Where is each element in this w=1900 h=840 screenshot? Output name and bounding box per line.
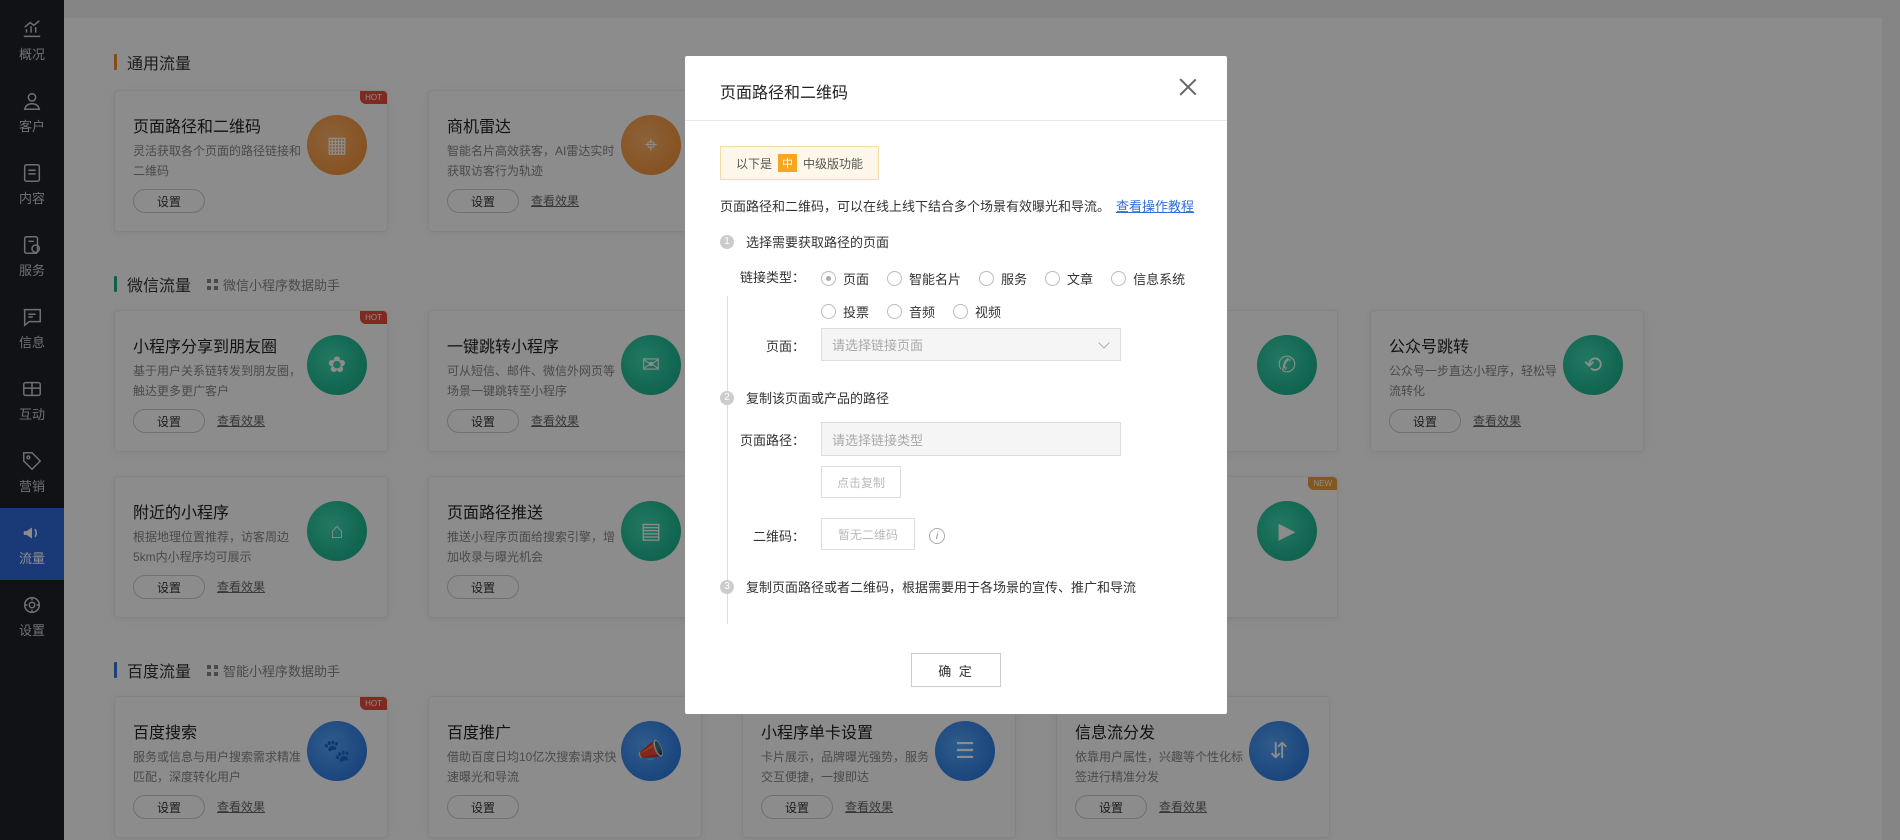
radio-article[interactable]: 文章 [1045, 269, 1093, 288]
radio-label: 信息系统 [1133, 272, 1186, 287]
radio-dot [887, 304, 903, 319]
radio-dot [821, 304, 836, 319]
qrcode-button[interactable]: 暂无二维码 [821, 518, 915, 550]
page-select[interactable]: 请选择链接页面 [821, 328, 1121, 361]
qrcode-label: 二维码： [752, 529, 805, 544]
link-type-radio-group: 页面 智能名片 服务 文章 信息系统 投票 音频 视频 [821, 269, 1211, 321]
dialog-intro: 页面路径和二维码，可以在线上线下结合多个场景有效曝光和导流。 查看操作教程 [720, 196, 1194, 215]
radio-page[interactable]: 页面 [821, 269, 869, 288]
radio-dot [1111, 271, 1127, 286]
radio-video[interactable]: 视频 [953, 302, 1001, 321]
tutorial-link[interactable]: 查看操作教程 [1116, 199, 1194, 214]
radio-label: 服务 [1001, 272, 1028, 287]
info-icon[interactable]: i [929, 528, 945, 544]
page-label: 页面： [765, 339, 805, 354]
radio-label: 投票 [843, 305, 870, 320]
step-number: 3 [720, 579, 734, 594]
radio-dot [979, 271, 995, 286]
select-placeholder: 请选择链接页面 [832, 338, 924, 353]
dialog-title: 页面路径和二维码 [720, 85, 849, 102]
radio-dot [887, 271, 903, 286]
level-badge: 中 [778, 154, 798, 172]
radio-label: 智能名片 [909, 272, 962, 287]
step-number: 2 [720, 390, 734, 405]
intro-text: 页面路径和二维码，可以在线上线下结合多个场景有效曝光和导流。 [720, 199, 1111, 214]
close-icon[interactable] [1179, 78, 1197, 96]
radio-label: 页面 [843, 272, 870, 287]
radio-audio[interactable]: 音频 [887, 302, 935, 321]
confirm-button[interactable]: 确 定 [911, 653, 1001, 687]
step-text: 选择需要获取路径的页面 [746, 235, 890, 250]
radio-service[interactable]: 服务 [979, 269, 1027, 288]
radio-vote[interactable]: 投票 [821, 302, 869, 321]
step-text: 复制该页面或产品的路径 [746, 391, 890, 406]
radio-label: 文章 [1067, 272, 1094, 287]
step-1: 1 选择需要获取路径的页面 [720, 232, 889, 251]
radio-label: 音频 [909, 305, 936, 320]
link-type-label: 链接类型： [739, 270, 805, 285]
version-tip: 以下是 中 中级版功能 [720, 146, 880, 180]
step-3: 3 复制页面路径或者二维码，根据需要用于各场景的宣传、推广和导流 [720, 577, 1136, 596]
chevron-down-icon [1098, 337, 1110, 349]
radio-info-system[interactable]: 信息系统 [1111, 269, 1185, 288]
radio-dot [953, 304, 969, 319]
radio-label: 视频 [975, 305, 1002, 320]
radio-dot [1045, 271, 1061, 286]
step-2: 2 复制该页面或产品的路径 [720, 388, 889, 407]
page-path-input[interactable]: 请选择链接类型 [821, 422, 1121, 456]
step-number: 1 [720, 234, 734, 249]
radio-dot [821, 271, 836, 286]
step-text: 复制页面路径或者二维码，根据需要用于各场景的宣传、推广和导流 [746, 580, 1137, 595]
copy-button[interactable]: 点击复制 [821, 466, 901, 498]
radio-smart-card[interactable]: 智能名片 [887, 269, 961, 288]
tip-suffix: 中级版功能 [803, 156, 864, 171]
input-placeholder: 请选择链接类型 [832, 432, 924, 448]
tip-prefix: 以下是 [736, 156, 773, 171]
dialog-header: 页面路径和二维码 [685, 56, 1227, 121]
page-path-label: 页面路径： [739, 433, 805, 448]
page-path-qrcode-dialog: 页面路径和二维码 以下是 中 中级版功能 页面路径和二维码，可以在线上线下结合多… [685, 56, 1227, 714]
